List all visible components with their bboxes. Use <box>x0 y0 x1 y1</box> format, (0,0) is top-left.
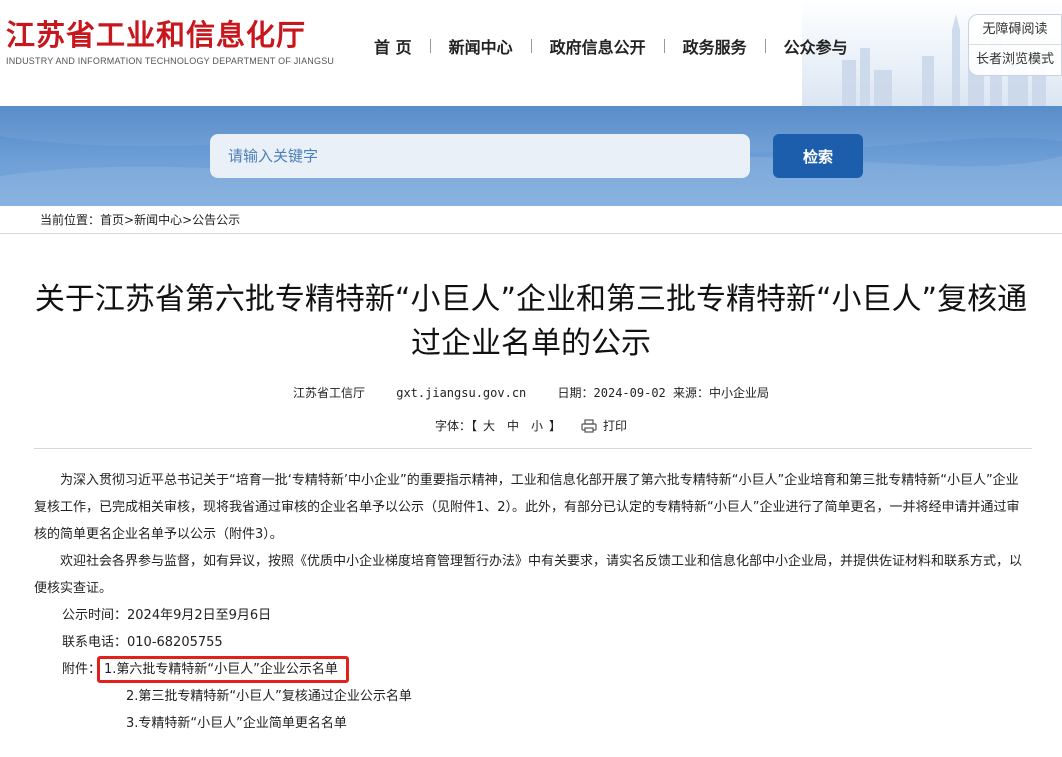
article-tools: 字体：【 大 中 小 】 打印 <box>0 417 1062 434</box>
article-paragraph: 欢迎社会各界参与监督，如有异议，按照《优质中小企业梯度培育管理暂行办法》中有关要… <box>34 554 1023 596</box>
accessible-reading-button[interactable]: 无障碍阅读 <box>969 15 1061 45</box>
font-size-label: 字体：【 <box>434 419 477 433</box>
font-size-medium[interactable]: 中 <box>501 417 525 434</box>
breadcrumb-prefix: 当前位置： <box>40 213 101 227</box>
search-input[interactable] <box>210 134 750 178</box>
attachment-link-1[interactable]: 1.第六批专精特新“小巨人”企业公示名单 <box>97 656 349 683</box>
printer-icon <box>581 418 597 433</box>
nav-home[interactable]: 首 页 <box>356 34 430 58</box>
breadcrumb-separator: > <box>182 213 193 227</box>
breadcrumb-notices[interactable]: 公告公示 <box>192 206 240 233</box>
notice-period: 公示时间：2024年9月2日至9月6日 <box>62 608 272 623</box>
article-paragraph: 为深入贯彻习近平总书记关于“培育一批‘专精特新’中小企业”的重要指示精神，工业和… <box>34 473 1020 542</box>
breadcrumb: 当前位置： 首页 > 新闻中心 > 公告公示 <box>0 206 1062 234</box>
nav-participation[interactable]: 公众参与 <box>766 34 866 58</box>
article-meta: 江苏省工信厅 gxt.jiangsu.gov.cn 日期：2024-09-02 … <box>0 384 1062 401</box>
article-site: gxt.jiangsu.gov.cn <box>396 386 527 400</box>
article-title: 关于江苏省第六批专精特新“小巨人”企业和第三批专精特新“小巨人”复核通过企业名单… <box>34 282 1028 361</box>
logo-title: 江苏省工业和信息化厅 <box>6 18 307 52</box>
search-button[interactable]: 检索 <box>773 134 863 178</box>
contact-phone: 联系电话：010-68205755 <box>62 635 223 650</box>
elder-mode-button[interactable]: 长者浏览模式 <box>969 45 1061 75</box>
breadcrumb-separator: > <box>124 213 135 227</box>
article-body: 为深入贯彻习近平总书记关于“培育一批‘专精特新’中小企业”的重要指示精神，工业和… <box>0 449 1062 737</box>
print-label: 打印 <box>603 419 628 433</box>
site-header: 江苏省工业和信息化厅 INDUSTRY AND INFORMATION TECH… <box>0 0 1062 106</box>
accessibility-panel: 无障碍阅读 长者浏览模式 <box>968 14 1062 76</box>
logo-subtitle: INDUSTRY AND INFORMATION TECHNOLOGY DEPA… <box>6 56 335 66</box>
attachment-link-2[interactable]: 2.第三批专精特新“小巨人”复核通过企业公示名单 <box>126 689 412 704</box>
main-nav: 首 页 新闻中心 政府信息公开 政务服务 公众参与 <box>356 34 866 58</box>
attachment-row: 附件： 1.第六批专精特新“小巨人”企业公示名单 <box>34 656 1028 683</box>
article-date: 日期：2024-09-02 来源：中小企业局 <box>557 386 769 400</box>
attachment-row: 2.第三批专精特新“小巨人”复核通过企业公示名单 <box>34 683 1028 710</box>
site-logo[interactable]: 江苏省工业和信息化厅 INDUSTRY AND INFORMATION TECH… <box>6 18 334 66</box>
attachment-link-3[interactable]: 3.专精特新“小巨人”企业简单更名名单 <box>126 716 347 731</box>
font-size-bracket: 】 <box>549 419 562 433</box>
nav-gov-info[interactable]: 政府信息公开 <box>532 34 664 58</box>
breadcrumb-home[interactable]: 首页 <box>100 206 124 233</box>
font-size-large[interactable]: 大 <box>477 417 501 434</box>
font-size-small[interactable]: 小 <box>525 417 549 434</box>
nav-news[interactable]: 新闻中心 <box>431 34 531 58</box>
nav-services[interactable]: 政务服务 <box>665 34 765 58</box>
article-source: 江苏省工信厅 <box>292 386 365 400</box>
search-banner: 检索 <box>0 106 1062 206</box>
breadcrumb-news[interactable]: 新闻中心 <box>134 206 182 233</box>
attachment-row: 3.专精特新“小巨人”企业简单更名名单 <box>34 710 1028 737</box>
attachment-label: 附件： <box>62 662 102 677</box>
print-button[interactable]: 打印 <box>581 417 627 434</box>
